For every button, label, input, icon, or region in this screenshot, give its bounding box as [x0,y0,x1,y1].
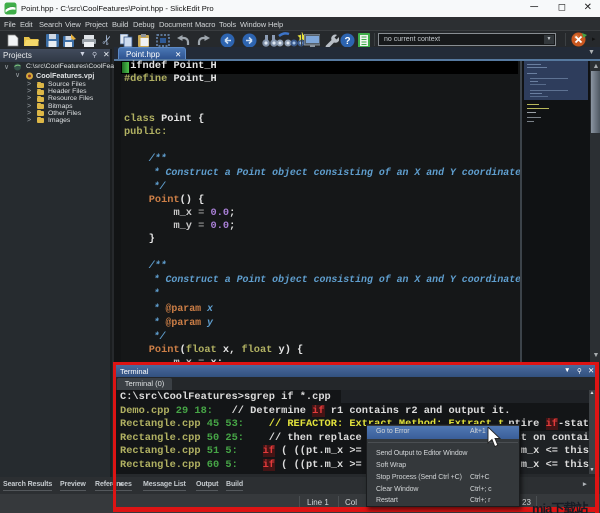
svg-text:?: ? [344,36,350,47]
